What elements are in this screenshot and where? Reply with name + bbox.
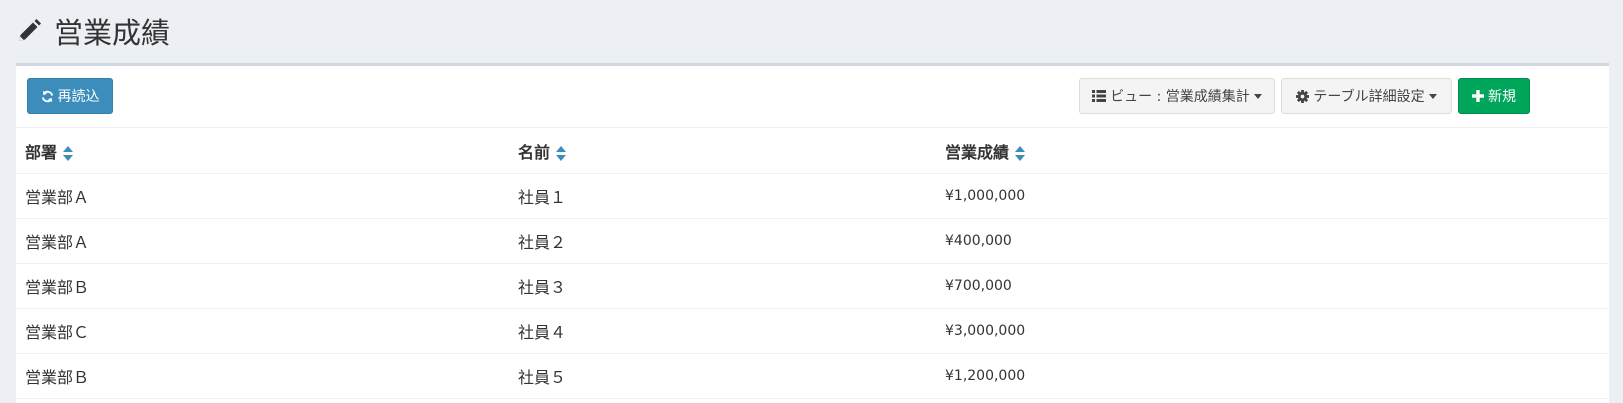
- new-button[interactable]: 新規: [1458, 78, 1530, 114]
- table-row[interactable]: 営業部Ａ 社員２ ¥400,000: [16, 218, 1609, 264]
- table-settings-dropdown-button[interactable]: テーブル詳細設定: [1281, 78, 1452, 114]
- cell-sales: ¥700,000: [936, 263, 1609, 309]
- chevron-down-icon: [1428, 93, 1437, 99]
- column-header-sales[interactable]: 営業成績: [936, 128, 1609, 174]
- cell-department: 営業部Ｂ: [16, 353, 509, 399]
- cell-name: 社員１: [509, 173, 936, 219]
- cell-sales: ¥400,000: [936, 218, 1609, 264]
- table-settings-label: テーブル詳細設定: [1313, 89, 1425, 105]
- cell-name: 社員４: [509, 308, 936, 354]
- cell-name: 社員２: [509, 218, 936, 264]
- sort-icon: [556, 145, 567, 161]
- page-title: 営業成績: [54, 16, 171, 50]
- cell-department: 営業部Ａ: [16, 218, 509, 264]
- gear-icon: [1296, 89, 1310, 103]
- cell-name: 社員５: [509, 353, 936, 399]
- page-header: 営業成績: [0, 0, 1623, 62]
- cell-sales: ¥3,000,000: [936, 308, 1609, 354]
- cell-sales: ¥1,200,000: [936, 353, 1609, 399]
- view-dropdown-button[interactable]: ビュー : 営業成績集計: [1079, 78, 1275, 114]
- column-header-department[interactable]: 部署: [16, 128, 509, 174]
- list-icon: [1092, 90, 1107, 102]
- view-label: ビュー : 営業成績集計: [1110, 89, 1250, 105]
- toolbar: 再読込 ビュー : 営業成績集計 テーブル詳細設定 新規: [16, 66, 1609, 128]
- content-box: 再読込 ビュー : 営業成績集計 テーブル詳細設定 新規 部署 名前 営業成績 …: [16, 63, 1609, 403]
- reload-label: 再読込: [57, 89, 100, 105]
- chevron-down-icon: [1253, 93, 1262, 99]
- cell-department: 営業部Ｂ: [16, 263, 509, 309]
- sort-icon: [63, 145, 74, 161]
- table-row[interactable]: 営業部Ｂ 社員５ ¥1,200,000: [16, 353, 1609, 399]
- cell-department: 営業部Ａ: [16, 173, 509, 219]
- table-row[interactable]: 営業部Ａ 社員１ ¥1,000,000: [16, 173, 1609, 219]
- sort-icon: [1015, 145, 1026, 161]
- table-row[interactable]: 営業部Ｂ 社員３ ¥700,000: [16, 263, 1609, 309]
- pencil-icon: [16, 18, 42, 44]
- data-table: 部署 名前 営業成績 営業部Ａ 社員１ ¥1,000,000 営業部Ａ 社員２ …: [16, 128, 1609, 399]
- new-label: 新規: [1488, 89, 1516, 105]
- plus-icon: [1472, 90, 1484, 102]
- reload-button[interactable]: 再読込: [27, 78, 113, 114]
- table-row[interactable]: 営業部Ｃ 社員４ ¥3,000,000: [16, 308, 1609, 354]
- refresh-icon: [41, 90, 54, 103]
- table-header-row: 部署 名前 営業成績: [16, 128, 1609, 174]
- cell-department: 営業部Ｃ: [16, 308, 509, 354]
- column-header-name[interactable]: 名前: [509, 128, 936, 174]
- cell-name: 社員３: [509, 263, 936, 309]
- cell-sales: ¥1,000,000: [936, 173, 1609, 219]
